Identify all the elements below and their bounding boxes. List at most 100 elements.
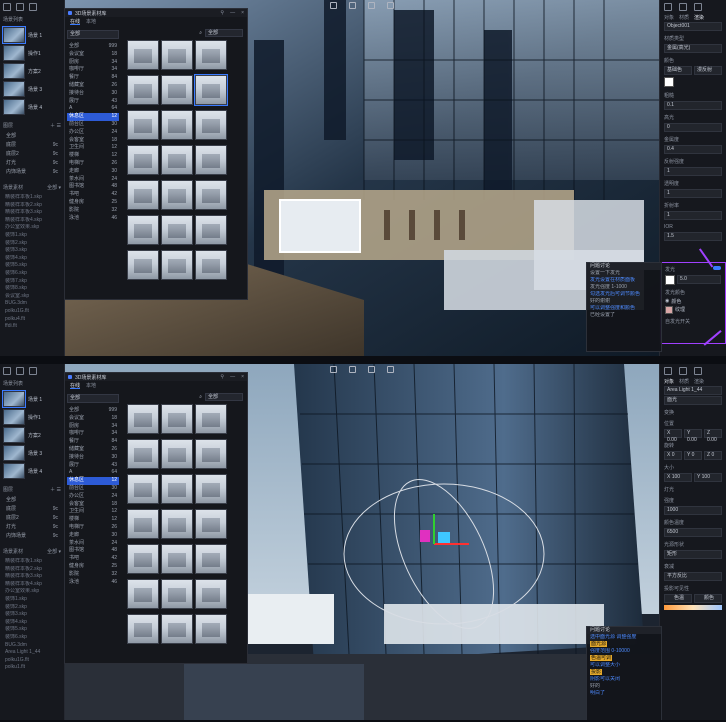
category-item[interactable]: 健身房 25 — [67, 563, 119, 571]
add-layer-icon[interactable]: ＋ ☰ — [50, 486, 61, 493]
layer-row[interactable]: 全部 — [0, 496, 64, 505]
move-tool-icon[interactable] — [349, 1, 356, 9]
asset-thumbnail[interactable] — [195, 215, 227, 245]
asset-file-row[interactable]: 装饰1.skp — [0, 232, 64, 240]
layers-icon[interactable] — [679, 3, 687, 11]
scene-item[interactable]: 场景 4 — [3, 99, 61, 115]
scene-item[interactable]: 操作1 — [3, 409, 61, 425]
asset-file-row[interactable]: 装饰8.skp — [0, 285, 64, 293]
asset-thumbnail[interactable] — [195, 110, 227, 140]
emission-swatch[interactable] — [665, 275, 675, 285]
asset-file-row[interactable]: polku1G.flt — [0, 657, 64, 665]
category-item[interactable]: 书吧 42 — [67, 555, 119, 563]
property-value[interactable]: 1000 — [664, 506, 722, 515]
scene-item[interactable]: 场景 3 — [3, 81, 61, 97]
layer-row[interactable]: 底层2 9c — [0, 150, 64, 159]
size-y[interactable]: Y 100 — [694, 473, 722, 482]
asset-thumbnail[interactable] — [127, 250, 159, 280]
assets-filter[interactable]: 全部 ▾ — [47, 184, 61, 191]
property-value[interactable]: 0 — [664, 123, 722, 132]
grid-icon[interactable] — [29, 3, 37, 11]
layer-row[interactable]: 全部 — [0, 132, 64, 141]
mode-diffuse[interactable]: 漫反射 — [694, 66, 722, 75]
asset-thumbnail[interactable] — [127, 439, 159, 469]
category-item[interactable]: 影院 32 — [67, 207, 119, 215]
tab-material[interactable]: 材质 — [679, 14, 689, 21]
category-item[interactable]: 图书馆 48 — [67, 547, 119, 555]
color-button[interactable]: 颜色 — [694, 594, 722, 603]
asset-thumbnail[interactable] — [127, 474, 159, 504]
asset-thumbnail[interactable] — [195, 509, 227, 539]
layer-row[interactable]: 灯光 9c — [0, 523, 64, 532]
color-swatch[interactable] — [664, 77, 674, 87]
rot-x[interactable]: X 0 — [664, 451, 682, 460]
tab-local[interactable]: 本地 — [86, 382, 96, 389]
asset-file-row[interactable]: 装饰2.skp — [0, 604, 64, 612]
minimize-icon[interactable]: — — [230, 374, 235, 380]
category-item[interactable]: 泳池 46 — [67, 215, 119, 223]
scene-item[interactable]: 操作1 — [3, 45, 61, 61]
close-icon[interactable]: × — [241, 374, 244, 380]
pos-y[interactable]: Y 0.00 — [684, 429, 702, 443]
move-tool-icon[interactable] — [349, 365, 356, 373]
save-icon[interactable] — [16, 3, 24, 11]
category-dropdown[interactable]: 全部 — [67, 394, 119, 403]
asset-thumbnail[interactable] — [161, 439, 193, 469]
file-icon[interactable] — [3, 367, 11, 375]
asset-thumbnail[interactable] — [127, 40, 159, 70]
asset-thumbnail[interactable] — [161, 110, 193, 140]
tab-render[interactable]: 渲染 — [694, 378, 704, 385]
asset-thumbnail[interactable] — [127, 614, 159, 644]
asset-thumbnail[interactable] — [161, 75, 193, 105]
asset-thumbnail[interactable] — [161, 145, 193, 175]
asset-thumbnail[interactable] — [161, 614, 193, 644]
asset-file-row[interactable]: polku4.flt — [0, 316, 64, 324]
category-item[interactable]: 接待台 30 — [67, 454, 119, 462]
asset-file-row[interactable]: 精装样本板1.skp — [0, 194, 64, 202]
rot-z[interactable]: Z 0 — [704, 451, 722, 460]
asset-file-row[interactable]: BUG.3dm — [0, 642, 64, 650]
category-item[interactable]: A 64 — [67, 105, 119, 113]
camera-icon[interactable] — [664, 3, 672, 11]
asset-file-row[interactable]: polku1.flt — [0, 664, 64, 672]
asset-file-row[interactable]: 装饰3.skp — [0, 247, 64, 255]
asset-thumbnail[interactable] — [195, 544, 227, 574]
property-value[interactable]: 1 — [664, 189, 722, 198]
tab-render[interactable]: 渲染 — [694, 14, 704, 21]
asset-thumbnail[interactable] — [161, 509, 193, 539]
asset-thumbnail[interactable] — [127, 509, 159, 539]
asset-thumbnail[interactable] — [161, 474, 193, 504]
category-item[interactable]: 休息区 12 — [67, 113, 119, 121]
asset-thumbnail[interactable] — [195, 180, 227, 210]
minimize-icon[interactable]: — — [230, 10, 235, 16]
layer-row[interactable]: 底层 9c — [0, 505, 64, 514]
asset-file-row[interactable]: 装饰3.skp — [0, 611, 64, 619]
asset-thumbnail[interactable] — [127, 544, 159, 574]
rot-y[interactable]: Y 0 — [684, 451, 702, 460]
asset-file-row[interactable]: polku1G.flt — [0, 308, 64, 316]
filter-select[interactable]: 全部 — [205, 393, 243, 401]
asset-thumbnail[interactable] — [161, 40, 193, 70]
asset-thumbnail[interactable] — [195, 40, 227, 70]
asset-file-row[interactable]: ffdi.flt — [0, 323, 64, 331]
scene-item[interactable]: 场景 1 — [2, 26, 61, 44]
category-item[interactable]: 书吧 42 — [67, 191, 119, 199]
scene-item[interactable]: 场景 3 — [3, 445, 61, 461]
layer-row[interactable]: 内饰场景 9c — [0, 532, 64, 541]
tab-online[interactable]: 在线 — [70, 382, 81, 389]
save-icon[interactable] — [16, 367, 24, 375]
category-item[interactable]: 楼梯 12 — [67, 516, 119, 524]
asset-file-row[interactable]: 精装样本板1.skp — [0, 558, 64, 566]
asset-file-row[interactable]: 精装样本板2.skp — [0, 202, 64, 210]
panel-icon[interactable] — [694, 3, 702, 11]
emission-toggle[interactable] — [713, 266, 721, 270]
mode-basecolor[interactable]: 基础色 — [664, 66, 692, 75]
tab-local[interactable]: 本地 — [86, 18, 96, 25]
select-tool-icon[interactable] — [330, 365, 337, 373]
panel-icon[interactable] — [694, 367, 702, 375]
asset-thumbnail[interactable] — [195, 579, 227, 609]
texture-swatch[interactable] — [665, 306, 673, 314]
asset-file-row[interactable]: 会议室.skp — [0, 293, 64, 301]
scene-item[interactable]: 场景 1 — [2, 390, 61, 408]
asset-thumbnail[interactable] — [195, 474, 227, 504]
